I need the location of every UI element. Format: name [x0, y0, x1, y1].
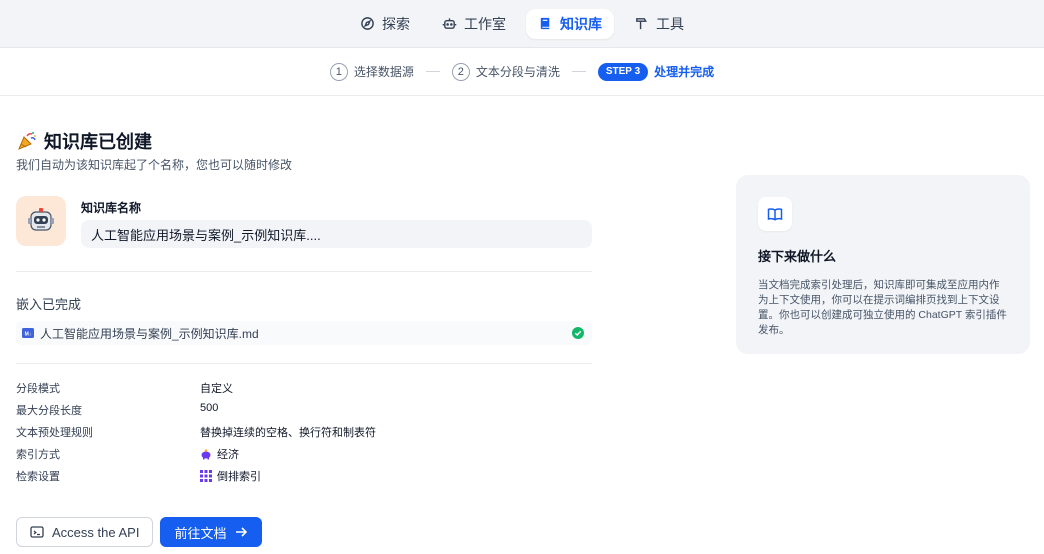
- prop-row: 分段模式 自定义: [16, 376, 592, 398]
- action-buttons: Access the API 前往文档: [16, 517, 263, 547]
- nav-tab-tools[interactable]: 工具: [622, 9, 696, 39]
- step-process-finish: STEP 3 处理并完成: [597, 62, 715, 81]
- step-separator: [571, 71, 586, 72]
- step-label: 文本分段与清洗: [475, 65, 560, 79]
- step-separator: [425, 71, 440, 72]
- hammer-icon: [636, 18, 647, 30]
- next-steps-description: 当文档完成索引处理后，知识库即可集成至应用内作为上下文使用，你可以在提示词编排页…: [758, 279, 1007, 336]
- prop-value: 倒排索引: [200, 468, 261, 484]
- prop-key: 分段模式: [16, 383, 60, 395]
- piggy-bank-icon: [201, 449, 211, 460]
- check-circle-icon: [572, 327, 584, 339]
- step-label: 选择数据源: [353, 65, 414, 79]
- access-api-button[interactable]: Access the API: [16, 517, 154, 547]
- prop-value: 经济: [200, 446, 239, 462]
- page-title-text: 知识库已创建: [44, 132, 152, 152]
- step-number: 1: [329, 62, 348, 81]
- step-number: 2: [451, 62, 470, 81]
- embedding-status-title: 嵌入已完成: [16, 297, 82, 312]
- nav-tab-label: 工具: [656, 15, 684, 32]
- robot-avatar-icon: [28, 208, 54, 231]
- file-name: 人工智能应用场景与案例_示例知识库.md: [40, 326, 259, 341]
- nav-tab-studio[interactable]: 工作室: [430, 9, 518, 39]
- processing-settings: 分段模式 自定义 最大分段长度 500 文本预处理规则 替换掉连续的空格、换行符…: [16, 376, 592, 486]
- main-content: 知识库已创建 我们自动为该知识库起了个名称，您也可以随时修改 知识库名称 人工智…: [16, 126, 592, 547]
- kb-name-row: 知识库名称 人工智能应用场景与案例_示例知识库....: [16, 196, 592, 248]
- step-select-source: 1 选择数据源: [329, 62, 414, 81]
- nav-tab-label: 知识库: [560, 15, 602, 32]
- divider: [16, 271, 592, 272]
- page-title: 知识库已创建: [16, 126, 592, 156]
- arrow-right-icon: [236, 527, 248, 537]
- nav-tab-knowledge[interactable]: 知识库: [526, 8, 614, 39]
- button-label: Access the API: [52, 524, 140, 540]
- kb-name-label: 知识库名称: [81, 201, 142, 215]
- progress-stepper: 1 选择数据源 2 文本分段与清洗 STEP 3 处理并完成: [0, 48, 1044, 96]
- robot-icon: [442, 18, 457, 29]
- prop-key: 检索设置: [16, 471, 60, 483]
- kb-avatar[interactable]: [16, 196, 66, 246]
- markdown-file-icon: M↓: [22, 328, 34, 338]
- prop-row: 检索设置 倒排索引: [16, 464, 592, 486]
- prop-value-text: 500: [200, 402, 219, 414]
- prop-row: 最大分段长度 500: [16, 398, 592, 420]
- top-navigation: 探索 工作室 知识库 工具: [0, 0, 1044, 48]
- next-steps-icon-box: [758, 197, 792, 231]
- prop-value-text: 替换掉连续的空格、换行符和制表符: [200, 427, 376, 439]
- next-steps-title: 接下来做什么: [758, 249, 837, 264]
- prop-value: 自定义: [200, 380, 233, 396]
- prop-value: 500: [200, 402, 218, 414]
- prop-key: 文本预处理规则: [16, 427, 93, 439]
- page-subtitle: 我们自动为该知识库起了个名称，您也可以随时修改: [16, 158, 293, 172]
- open-book-icon: [767, 208, 783, 221]
- nav-tab-label: 工作室: [464, 15, 506, 32]
- kb-name-input[interactable]: 人工智能应用场景与案例_示例知识库....: [81, 220, 592, 248]
- divider: [16, 363, 592, 364]
- svg-text:M↓: M↓: [25, 332, 32, 338]
- prop-key: 最大分段长度: [16, 405, 82, 417]
- prop-value-text: 自定义: [200, 383, 233, 395]
- prop-value-text: 倒排索引: [217, 471, 261, 483]
- prop-value: 替换掉连续的空格、换行符和制表符: [200, 424, 376, 440]
- book-icon: [540, 17, 550, 30]
- nav-tab-explore[interactable]: 探索: [348, 9, 422, 39]
- button-label: 前往文档: [174, 525, 227, 541]
- file-item: M↓ 人工智能应用场景与案例_示例知识库.md: [16, 321, 592, 345]
- prop-row: 文本预处理规则 替换掉连续的空格、换行符和制表符: [16, 420, 592, 442]
- go-to-document-button[interactable]: 前往文档: [160, 517, 263, 547]
- terminal-icon: [30, 526, 44, 538]
- next-steps-card: 接下来做什么 当文档完成索引处理后，知识库即可集成至应用内作为上下文使用，你可以…: [736, 175, 1030, 354]
- prop-value-text: 经济: [217, 449, 239, 461]
- grid-dots-icon: [200, 470, 212, 482]
- nav-tab-label: 探索: [382, 15, 410, 32]
- step-segment-clean: 2 文本分段与清洗: [451, 62, 560, 81]
- party-popper-icon: [18, 132, 36, 150]
- step-badge: STEP 3: [597, 62, 649, 81]
- step-label: 处理并完成: [654, 65, 715, 79]
- prop-key: 索引方式: [16, 449, 60, 461]
- prop-row: 索引方式 经济: [16, 442, 592, 464]
- compass-icon: [361, 17, 374, 30]
